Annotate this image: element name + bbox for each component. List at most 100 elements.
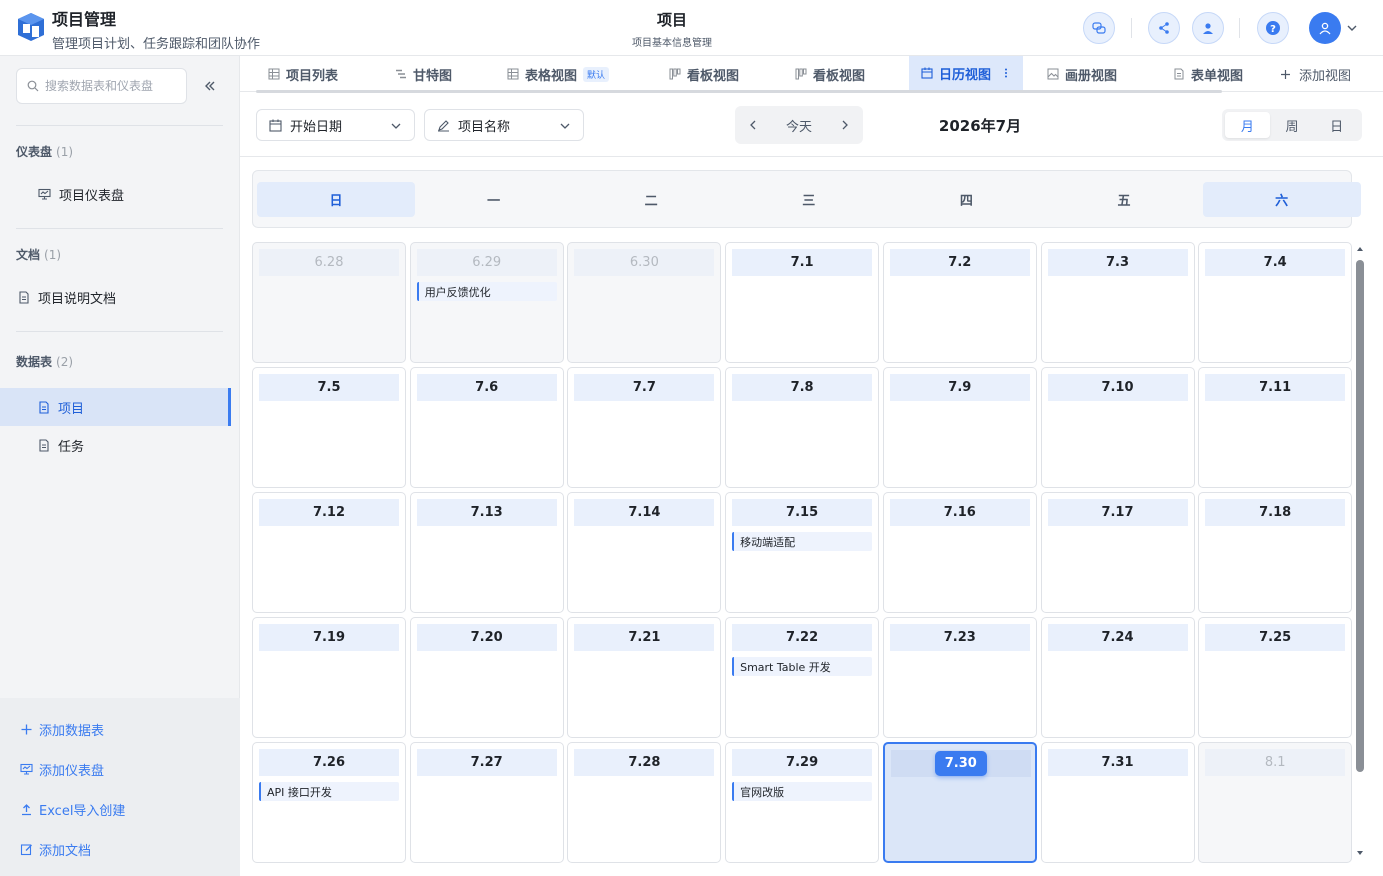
tab-calendar[interactable]: 日历视图 [909,56,1024,92]
day-cell[interactable]: 7.21 [567,617,722,738]
mode-day-button[interactable]: 日 [1314,112,1359,138]
day-cell[interactable]: 7.6 [409,367,564,488]
scroll-up-icon[interactable] [1355,244,1365,254]
day-cell[interactable]: 8.1 [1198,742,1353,863]
project-name-field-select[interactable]: 项目名称 [424,109,584,141]
svg-text:?: ? [1270,24,1276,35]
page-subtitle: 项目基本信息管理 [632,38,712,49]
search-input[interactable] [45,79,185,93]
sidebar-item-project-dashboard[interactable]: 项目仪表盘 [38,175,124,213]
day-number: 7.13 [416,499,557,526]
sidebar-search[interactable] [16,68,187,104]
day-cell[interactable]: 7.18 [1198,492,1353,613]
chevron-right-icon[interactable] [839,119,851,131]
day-cell[interactable]: 7.25 [1198,617,1353,738]
mode-month-button[interactable]: 月 [1225,112,1270,138]
day-cell[interactable]: 7.9 [882,367,1037,488]
document-icon [19,290,29,304]
day-cell[interactable]: 7.1 [725,242,880,363]
more-icon[interactable] [1001,67,1011,79]
calendar-event[interactable]: API 接口开发 [259,782,399,801]
tab-gallery[interactable]: 画册视图 [1047,56,1117,92]
day-cell[interactable]: 7.29 官网改版 [725,742,880,863]
excel-import-button[interactable]: Excel导入创建 [20,800,125,819]
day-cell[interactable]: 7.27 [409,742,564,863]
calendar-icon [269,119,282,132]
day-cell[interactable]: 7.7 [567,367,722,488]
day-cell[interactable]: 7.16 [882,492,1037,613]
day-cell[interactable]: 7.14 [567,492,722,613]
app-subtitle: 管理项目计划、任务跟踪和团队协作 [52,37,261,52]
add-table-button[interactable]: 添加数据表 [20,720,104,739]
day-cell[interactable]: 7.26 API 接口开发 [252,742,406,863]
start-date-field-select[interactable]: 开始日期 [256,109,415,141]
sidebar-item-task-table[interactable]: 任务 [38,426,84,464]
day-cell[interactable]: 7.22 Smart Table 开发 [725,617,880,738]
user-avatar[interactable] [1309,12,1341,44]
header-divider [1131,18,1132,38]
day-cell[interactable]: 7.31 [1040,742,1195,863]
tab-table-view[interactable]: 表格视图 默认 [507,56,610,92]
day-cell[interactable]: 7.12 [252,492,406,613]
day-cell[interactable]: 7.20 [409,617,564,738]
grid-icon [507,68,519,80]
sidebar-divider [16,228,223,229]
add-view-button[interactable]: 添加视图 [1280,56,1351,92]
day-number: 7.5 [259,374,399,401]
calendar-event[interactable]: 用户反馈优化 [416,282,557,301]
share-button[interactable] [1148,12,1180,44]
weekday-label: 日 [257,182,415,217]
tab-kanban-2[interactable]: 看板视图 [795,56,865,92]
scroll-thumb[interactable] [1356,260,1364,772]
help-button[interactable]: ? [1257,12,1289,44]
tab-form[interactable]: 表单视图 [1173,56,1243,92]
day-number: 7.27 [416,749,557,776]
day-cell[interactable]: 7.10 [1040,367,1195,488]
day-cell[interactable]: 6.28 [252,242,406,363]
tab-project-list[interactable]: 项目列表 [268,56,338,92]
day-number: 7.7 [574,374,715,401]
day-cell[interactable]: 7.28 [567,742,722,863]
section-docs: 文档 (1) [16,248,62,262]
view-tabs: 项目列表 甘特图 表格视图 默认 看板视图 看板视图 日历视图 画册视图 表单视… [240,56,1383,93]
day-number: 7.28 [574,749,715,776]
calendar-event[interactable]: 移动端适配 [732,532,873,551]
day-cell[interactable]: 7.8 [725,367,880,488]
day-cell[interactable]: 7.23 [882,617,1037,738]
day-cell[interactable]: 6.30 [567,242,722,363]
chevron-down-icon[interactable] [1346,22,1358,34]
tab-kanban-1[interactable]: 看板视图 [669,56,739,92]
mode-week-button[interactable]: 周 [1270,112,1315,138]
day-cell[interactable]: 6.29 用户反馈优化 [409,242,564,363]
sidebar-item-project-table[interactable]: 项目 [0,388,231,426]
day-cell[interactable]: 7.13 [409,492,564,613]
chat-button[interactable] [1083,12,1115,44]
calendar-scrollbar[interactable] [1355,242,1365,866]
day-cell[interactable]: 7.5 [252,367,406,488]
sidebar-item-project-doc[interactable]: 项目说明文档 [18,278,116,316]
default-badge: 默认 [583,66,610,82]
day-cell[interactable]: 7.2 [882,242,1037,363]
chevron-left-icon[interactable] [747,119,759,131]
add-dashboard-button[interactable]: 添加仪表盘 [20,760,104,779]
day-cell[interactable]: 7.19 [252,617,406,738]
day-cell[interactable]: 7.3 [1040,242,1195,363]
share-icon [1159,22,1169,34]
day-cell[interactable]: 7.4 [1198,242,1353,363]
today-button[interactable]: 今天 [786,116,812,135]
scroll-down-icon[interactable] [1355,848,1365,858]
collapse-sidebar-button[interactable] [200,76,220,96]
day-cell-today[interactable]: 7.30 [882,742,1037,863]
day-cell[interactable]: 7.15 移动端适配 [725,492,880,613]
help-icon: ? [1266,21,1280,35]
calendar-event[interactable]: Smart Table 开发 [732,657,873,676]
day-cell[interactable]: 7.11 [1198,367,1353,488]
day-cell[interactable]: 7.24 [1040,617,1195,738]
day-cell[interactable]: 7.17 [1040,492,1195,613]
add-doc-button[interactable]: 添加文档 [20,840,91,859]
member-button[interactable] [1192,12,1224,44]
tab-gantt[interactable]: 甘特图 [395,56,452,92]
calendar-icon [921,67,933,79]
current-month: 2026年7月 [938,117,1022,135]
calendar-event[interactable]: 官网改版 [732,782,873,801]
